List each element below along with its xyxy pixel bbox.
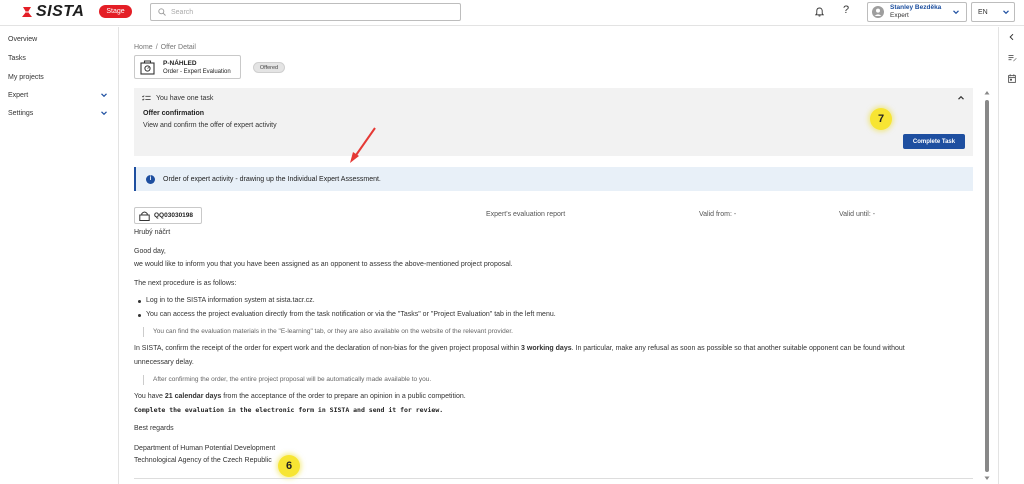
task-list-icon [142,95,151,101]
document-icon [140,60,155,75]
sidebar-item-tasks[interactable]: Tasks [8,52,112,64]
chevron-down-icon [101,93,107,98]
days-text-bold: 21 calendar days [164,393,222,400]
chevron-down-icon [101,111,107,116]
letter-signature-agency: Technological Agency of the Czech Republ… [134,457,272,464]
attachment-valid-from: Valid from: - [699,211,737,218]
chevron-left-icon[interactable] [1008,33,1015,41]
letter-signature-dept: Department of Human Potential Developmen… [134,445,276,452]
task-title: Offer confirmation [143,110,205,117]
letter-quote-2: After confirming the order, the entire p… [153,376,432,383]
sidebar-item-expert[interactable]: Expert [8,89,112,101]
confirm-text-start: In SISTA, confirm the receipt of the ord… [134,345,522,352]
lock-icon [139,211,150,221]
sidebar-item-label: My projects [8,73,44,81]
right-rail [998,27,1024,484]
letter-greeting: Good day, [134,248,166,255]
chevron-up-icon[interactable] [957,94,965,102]
edit-list-icon[interactable] [1008,54,1017,62]
sidebar-item-overview[interactable]: Overview [8,33,112,45]
confirm-text-end: . In particular, make any refusal as soo… [571,345,905,352]
letter-quote-1: You can find the evaluation materials in… [153,328,513,335]
sidebar-item-settings[interactable]: Settings [8,107,112,119]
letter-procedure-intro: The next procedure is as follows: [134,280,237,287]
content-divider [134,478,973,479]
bullet-dot [138,300,141,303]
annotation-marker-6: 6 [278,455,300,477]
attachment-card[interactable]: QQ03030198 [134,207,202,224]
breadcrumb-current: Offer Detail [160,44,196,51]
attachment-valid-until: Valid until: - [839,211,876,218]
days-text-end: from the acceptance of the order to prep… [221,393,466,400]
letter-confirm-line2: unnecessary delay. [134,359,194,366]
sidebar-item-label: Expert [8,91,29,99]
sista-logo-icon [22,7,32,17]
document-type: Order - Expert Evaluation [163,69,231,75]
sidebar-item-label: Settings [8,109,34,117]
language-value: EN [978,8,988,16]
top-bar: SISTA Stage Search ? Stanley Bezděka Exp… [0,0,1024,26]
sidebar-item-my-projects[interactable]: My projects [8,71,112,83]
search-input[interactable]: Search [150,3,461,21]
chevron-down-icon [953,10,959,15]
language-select[interactable]: EN [971,2,1015,22]
task-header[interactable]: You have one task [142,95,213,102]
attachment-code: QQ03030198 [154,212,194,219]
bell-icon[interactable] [815,7,824,17]
letter-bullet-1: Log in to the SISTA information system a… [146,297,315,304]
bullet-dot [138,314,141,317]
user-avatar-icon [872,6,884,18]
environment-badge: Stage [99,5,132,18]
annotation-arrow-icon [350,127,376,163]
days-text-start: You have [134,393,165,400]
task-header-text: You have one task [156,95,214,102]
help-icon[interactable]: ? [843,4,849,16]
complete-task-button[interactable]: Complete Task [903,134,965,149]
quote-bar [143,375,144,385]
letter-regards: Best regards [134,425,174,432]
annotation-marker-7: 7 [870,108,892,130]
letter-confirm-paragraph: In SISTA, confirm the receipt of the ord… [134,345,905,352]
confirm-text-bold: 3 working days [521,345,572,352]
letter-bullet-2: You can access the project evaluation di… [146,311,556,318]
scrollbar-thumb[interactable] [985,100,989,472]
breadcrumb-home[interactable]: Home [134,44,153,51]
user-role: Expert [890,12,909,19]
status-badge: Offered [253,62,285,73]
sidebar: Overview Tasks My projects Expert Settin… [0,27,119,484]
search-icon [158,8,166,16]
calendar-icon[interactable] [1008,74,1016,83]
info-banner: i Order of expert activity - drawing up … [134,167,973,191]
task-description: View and confirm the offer of expert act… [143,122,277,129]
letter-mono-instruction: Complete the evaluation in the electroni… [134,406,444,414]
document-card[interactable]: P-NÁHLED Order - Expert Evaluation [134,55,241,79]
scroll-up-icon[interactable] [984,90,990,95]
breadcrumb: Home / Offer Detail [134,44,199,51]
attachment-report-type: Expert's evaluation report [486,211,566,218]
info-icon: i [146,174,155,184]
user-name: Stanley Bezděka [890,4,942,11]
letter-days-paragraph: You have 21 calendar days from the accep… [134,393,466,400]
sista-logo[interactable]: SISTA [20,3,85,20]
sidebar-item-label: Overview [8,35,38,43]
quote-bar [143,327,144,337]
task-panel: You have one task Offer confirmation Vie… [134,88,973,156]
sidebar-item-label: Tasks [8,54,26,62]
user-menu[interactable]: Stanley Bezděka Expert [867,2,967,22]
logo-text: SISTA [36,3,85,20]
scroll-down-icon[interactable] [984,476,990,481]
breadcrumb-separator: / [155,44,158,51]
info-banner-text: Order of expert activity - drawing up th… [163,175,381,183]
chevron-down-icon [1003,10,1009,15]
document-code: P-NÁHLED [163,60,197,67]
letter-intro: we would like to inform you that you hav… [134,261,513,268]
draft-label: Hrubý náčrt [134,229,171,236]
search-placeholder: Search [171,8,194,16]
